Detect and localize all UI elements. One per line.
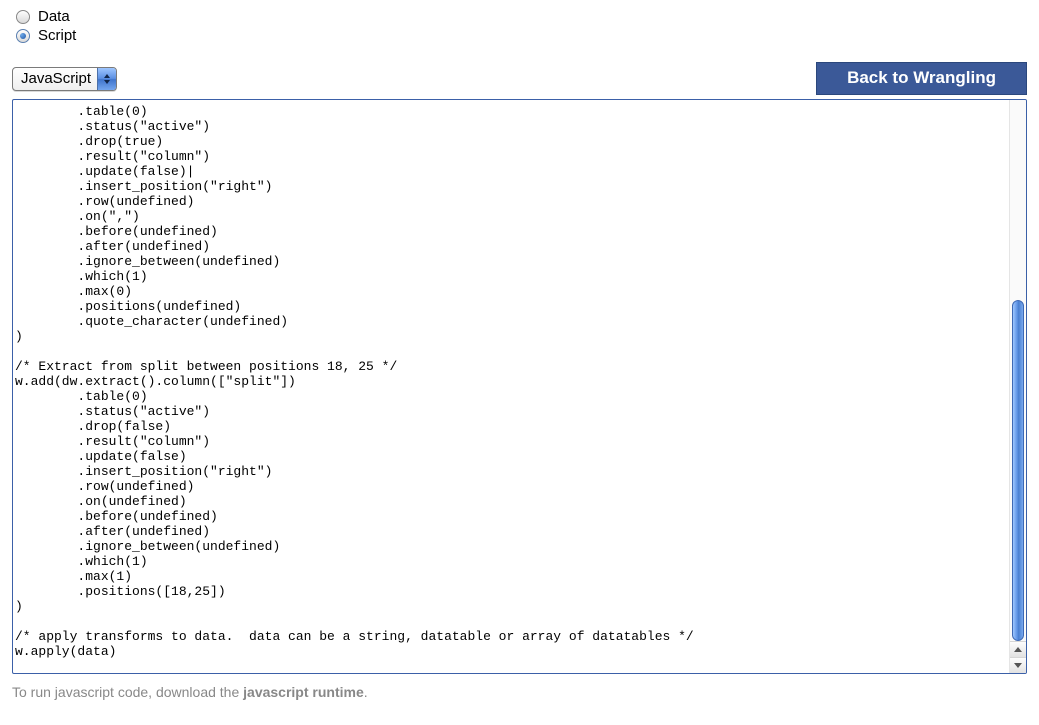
- radio-script[interactable]: Script: [16, 27, 1027, 44]
- vertical-scrollbar[interactable]: [1009, 100, 1026, 673]
- radio-circle-script: [16, 29, 30, 43]
- radio-label-data: Data: [38, 8, 70, 25]
- radio-circle-data: [16, 10, 30, 24]
- footer-suffix: .: [364, 684, 368, 700]
- language-select-value: JavaScript: [21, 70, 97, 87]
- code-editor[interactable]: .table(0) .status("active") .drop(true) …: [13, 100, 1009, 673]
- javascript-runtime-link[interactable]: javascript runtime: [243, 684, 364, 700]
- radio-label-script: Script: [38, 27, 76, 44]
- scroll-track[interactable]: [1010, 100, 1026, 641]
- view-mode-radio-group: Data Script: [12, 8, 1027, 44]
- footer-hint: To run javascript code, download the jav…: [12, 684, 1027, 700]
- back-to-wrangling-button[interactable]: Back to Wrangling: [816, 62, 1027, 95]
- scroll-down-icon[interactable]: [1010, 657, 1026, 673]
- code-editor-frame: .table(0) .status("active") .drop(true) …: [12, 99, 1027, 674]
- radio-data[interactable]: Data: [16, 8, 1027, 25]
- language-select[interactable]: JavaScript: [12, 67, 117, 91]
- toolbar: JavaScript Back to Wrangling: [12, 62, 1027, 95]
- footer-prefix: To run javascript code, download the: [12, 684, 243, 700]
- select-arrows-icon: [97, 68, 116, 90]
- scroll-thumb[interactable]: [1012, 300, 1024, 641]
- scroll-up-icon[interactable]: [1010, 641, 1026, 657]
